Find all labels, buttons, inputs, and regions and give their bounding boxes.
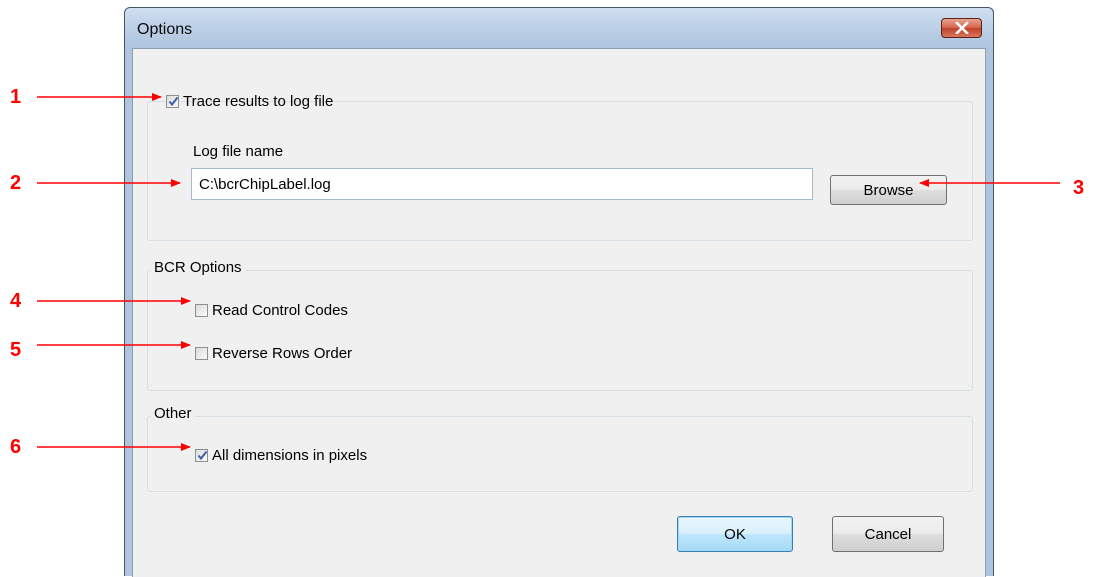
close-button[interactable] [941,18,982,38]
read-control-codes-label: Read Control Codes [212,302,348,319]
callout-number-4: 4 [10,290,22,312]
bcr-options-group-label: BCR Options [151,259,245,276]
browse-button[interactable]: Browse [830,175,947,205]
trace-results-checkbox[interactable] [166,95,179,108]
checkmark-icon [168,96,179,107]
dialog-client-area: Trace results to log file Log file name … [132,48,986,577]
read-control-codes-row[interactable]: Read Control Codes [195,302,348,319]
trace-results-label: Trace results to log file [183,93,334,110]
log-file-name-input[interactable] [191,168,813,200]
read-control-codes-checkbox[interactable] [195,304,208,317]
log-file-name-label: Log file name [193,143,284,160]
reverse-rows-order-row[interactable]: Reverse Rows Order [195,345,352,362]
bcr-options-group [147,270,973,391]
dimensions-in-pixels-checkbox[interactable] [195,449,208,462]
reverse-rows-order-label: Reverse Rows Order [212,345,353,362]
callout-number-2: 2 [10,172,22,194]
options-dialog: Options Trace results to log file Log fi… [124,7,994,577]
callout-number-6: 6 [10,436,22,458]
ok-button[interactable]: OK [677,516,793,552]
trace-results-checkbox-row[interactable]: Trace results to log file [166,93,333,110]
dimensions-in-pixels-label: All dimensions in pixels [212,447,368,464]
close-icon [955,22,969,34]
checkmark-icon [197,450,208,461]
other-group-label: Other [151,405,195,422]
callout-number-3: 3 [1073,177,1085,199]
reverse-rows-order-checkbox[interactable] [195,347,208,360]
cancel-button[interactable]: Cancel [832,516,944,552]
callout-number-1: 1 [10,86,22,108]
title-bar[interactable]: Options [125,8,993,48]
pixels-checkbox-row[interactable]: All dimensions in pixels [195,447,367,464]
dialog-title: Options [137,21,193,38]
callout-number-5: 5 [10,339,22,361]
